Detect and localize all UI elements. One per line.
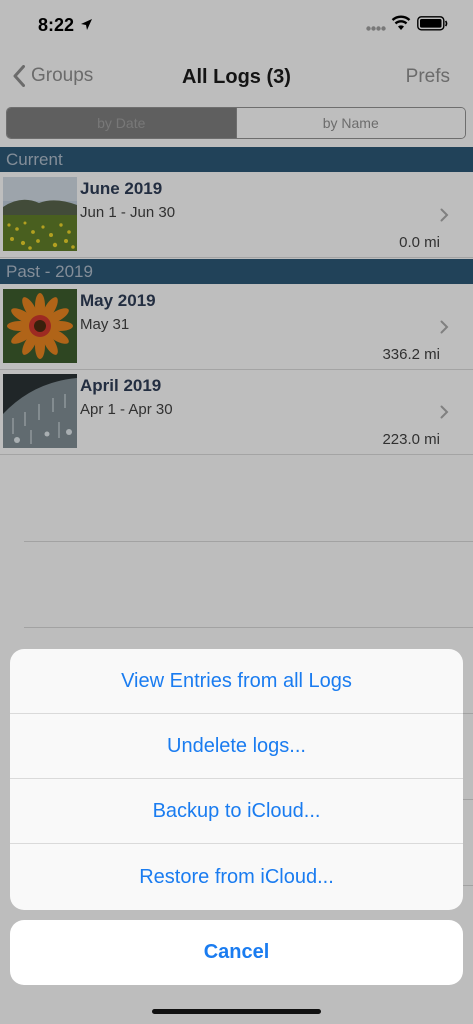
action-sheet: View Entries from all Logs Undelete logs… — [10, 649, 463, 910]
undelete-logs-button[interactable]: Undelete logs... — [10, 714, 463, 779]
home-indicator — [152, 1009, 321, 1014]
backup-icloud-button[interactable]: Backup to iCloud... — [10, 779, 463, 844]
cancel-button[interactable]: Cancel — [10, 920, 463, 985]
restore-icloud-button[interactable]: Restore from iCloud... — [10, 844, 463, 910]
view-all-entries-button[interactable]: View Entries from all Logs — [10, 649, 463, 714]
